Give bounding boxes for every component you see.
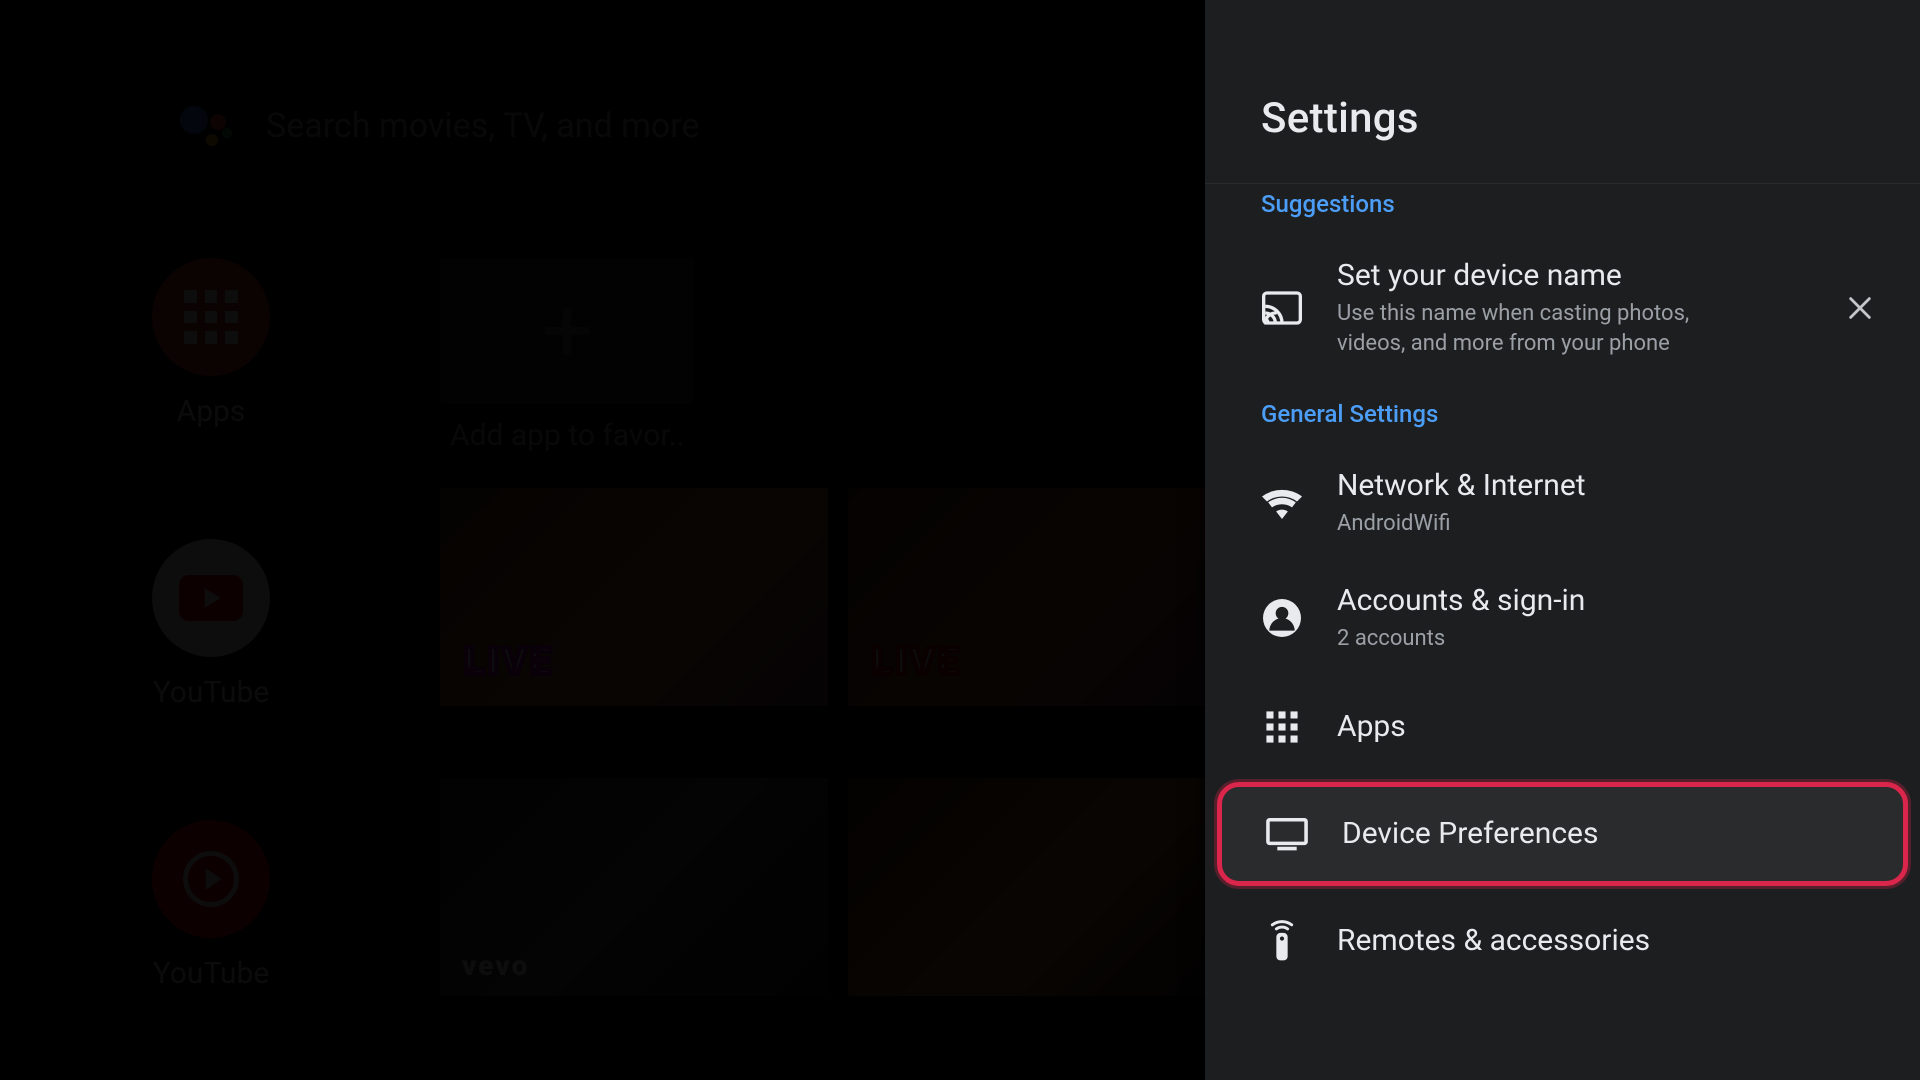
settings-item-title: Network & Internet	[1337, 468, 1586, 503]
settings-item-title: Remotes & accessories	[1337, 923, 1650, 958]
account-icon	[1261, 597, 1303, 639]
settings-item-accounts[interactable]: Accounts & sign-in 2 accounts	[1205, 561, 1920, 676]
dismiss-suggestion-button[interactable]	[1846, 294, 1874, 322]
panel-header: Settings	[1205, 0, 1920, 184]
settings-item-title: Accounts & sign-in	[1337, 583, 1585, 618]
settings-item-apps[interactable]: Apps	[1205, 676, 1920, 778]
suggestion-subtitle: Use this name when casting photos, video…	[1337, 299, 1757, 358]
settings-item-device-preferences[interactable]: Device Preferences	[1217, 782, 1908, 886]
settings-item-title: Device Preferences	[1342, 816, 1598, 851]
wifi-icon	[1261, 483, 1303, 525]
suggestion-set-device-name[interactable]: Set your device name Use this name when …	[1205, 236, 1920, 380]
section-general-label: General Settings	[1205, 380, 1920, 446]
apps-icon	[1261, 706, 1303, 748]
tv-icon	[1266, 813, 1308, 855]
settings-item-subtitle: 2 accounts	[1337, 624, 1585, 654]
panel-title: Settings	[1261, 94, 1920, 143]
cast-icon	[1261, 287, 1303, 329]
settings-panel: Settings Suggestions Set	[1205, 0, 1920, 1080]
settings-item-remotes[interactable]: Remotes & accessories	[1205, 890, 1920, 992]
settings-item-title: Apps	[1337, 709, 1406, 744]
section-suggestions-label: Suggestions	[1205, 184, 1920, 236]
settings-item-network[interactable]: Network & Internet AndroidWifi	[1205, 446, 1920, 561]
remote-icon	[1261, 920, 1303, 962]
suggestion-title: Set your device name	[1337, 258, 1757, 293]
settings-item-subtitle: AndroidWifi	[1337, 509, 1586, 539]
